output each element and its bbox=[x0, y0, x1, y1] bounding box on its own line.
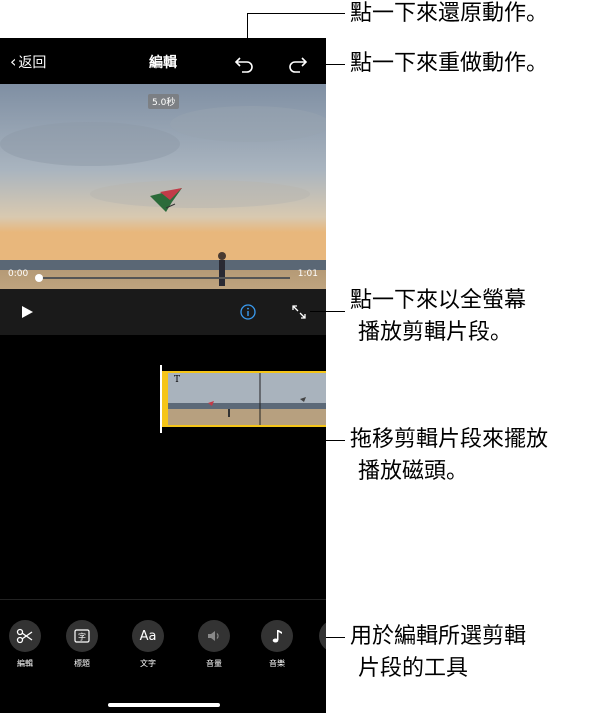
tool-label: 編輯 bbox=[17, 659, 33, 668]
redo-icon bbox=[289, 57, 308, 73]
video-clip[interactable] bbox=[162, 371, 326, 427]
tool-edit[interactable]: 編輯 bbox=[0, 620, 50, 669]
more-tool-icon bbox=[319, 620, 326, 652]
timeline[interactable]: T bbox=[0, 335, 326, 635]
undo-button[interactable] bbox=[234, 52, 256, 74]
callout-undo: 點一下來還原動作。 bbox=[350, 1, 549, 26]
scissors-icon bbox=[9, 620, 41, 652]
callout-fullscreen-line1: 點一下來以全螢幕 bbox=[350, 288, 527, 313]
tool-label: 音樂 bbox=[269, 659, 285, 668]
scrubber-track[interactable] bbox=[40, 277, 290, 279]
callout-line-redo bbox=[310, 64, 345, 65]
callout-line-fullscreen bbox=[310, 311, 345, 312]
fullscreen-icon[interactable] bbox=[290, 303, 308, 321]
clip-thumbnails bbox=[162, 373, 326, 425]
nav-bar: ‹ 返回 編輯 bbox=[0, 38, 326, 84]
tool-title[interactable]: 字 標題 bbox=[57, 620, 107, 669]
callout-line-undo bbox=[247, 13, 345, 14]
callout-drag-line1: 拖移剪輯片段來擺放 bbox=[350, 427, 549, 452]
info-icon[interactable] bbox=[239, 303, 257, 321]
callout-tools-line1: 用於編輯所選剪輯 bbox=[350, 624, 527, 649]
tool-more[interactable] bbox=[310, 620, 326, 652]
edit-toolbar: 編輯 字 標題 Aa 文字 音量 音樂 bbox=[0, 599, 326, 676]
callout-redo: 點一下來重做動作。 bbox=[350, 51, 549, 76]
callout-line-undo-vertical bbox=[247, 13, 248, 51]
tool-volume[interactable]: 音量 bbox=[189, 620, 239, 669]
text-icon: Aa bbox=[132, 620, 164, 652]
current-time: 0:00 bbox=[8, 269, 29, 279]
tool-text[interactable]: Aa 文字 bbox=[123, 620, 173, 669]
tool-label: 音量 bbox=[206, 659, 222, 668]
tool-label: 標題 bbox=[74, 659, 90, 668]
callout-line-drag-vertical bbox=[162, 428, 163, 440]
playback-controls bbox=[0, 289, 326, 335]
playhead[interactable] bbox=[160, 365, 162, 433]
scrubber[interactable]: 0:00 1:01 bbox=[0, 269, 326, 289]
title-indicator-icon: T bbox=[174, 375, 181, 385]
home-indicator bbox=[108, 703, 220, 707]
play-icon[interactable] bbox=[20, 305, 34, 319]
redo-button[interactable] bbox=[286, 52, 308, 74]
callout-fullscreen-line2: 播放剪輯片段。 bbox=[358, 320, 513, 345]
callout-line-tools bbox=[326, 637, 345, 638]
total-time: 1:01 bbox=[297, 269, 318, 279]
iphone-screen: ‹ 返回 編輯 5.0秒 0:00 1:01 T 編輯 字 標題 Aa 文字 音… bbox=[0, 38, 326, 713]
page-title: 編輯 bbox=[149, 55, 177, 71]
callout-drag-line2: 播放磁頭。 bbox=[358, 459, 469, 484]
undo-icon bbox=[234, 57, 253, 73]
tool-label: 文字 bbox=[140, 659, 156, 668]
volume-icon bbox=[198, 620, 230, 652]
scrubber-knob[interactable] bbox=[35, 274, 43, 282]
duration-badge: 5.0秒 bbox=[148, 94, 180, 109]
title-icon: 字 bbox=[66, 620, 98, 652]
callout-line-drag bbox=[162, 440, 345, 441]
music-note-icon bbox=[261, 620, 293, 652]
tool-music[interactable]: 音樂 bbox=[252, 620, 302, 669]
callout-tools-line2: 片段的工具 bbox=[358, 656, 469, 681]
svg-text:字: 字 bbox=[78, 632, 86, 642]
